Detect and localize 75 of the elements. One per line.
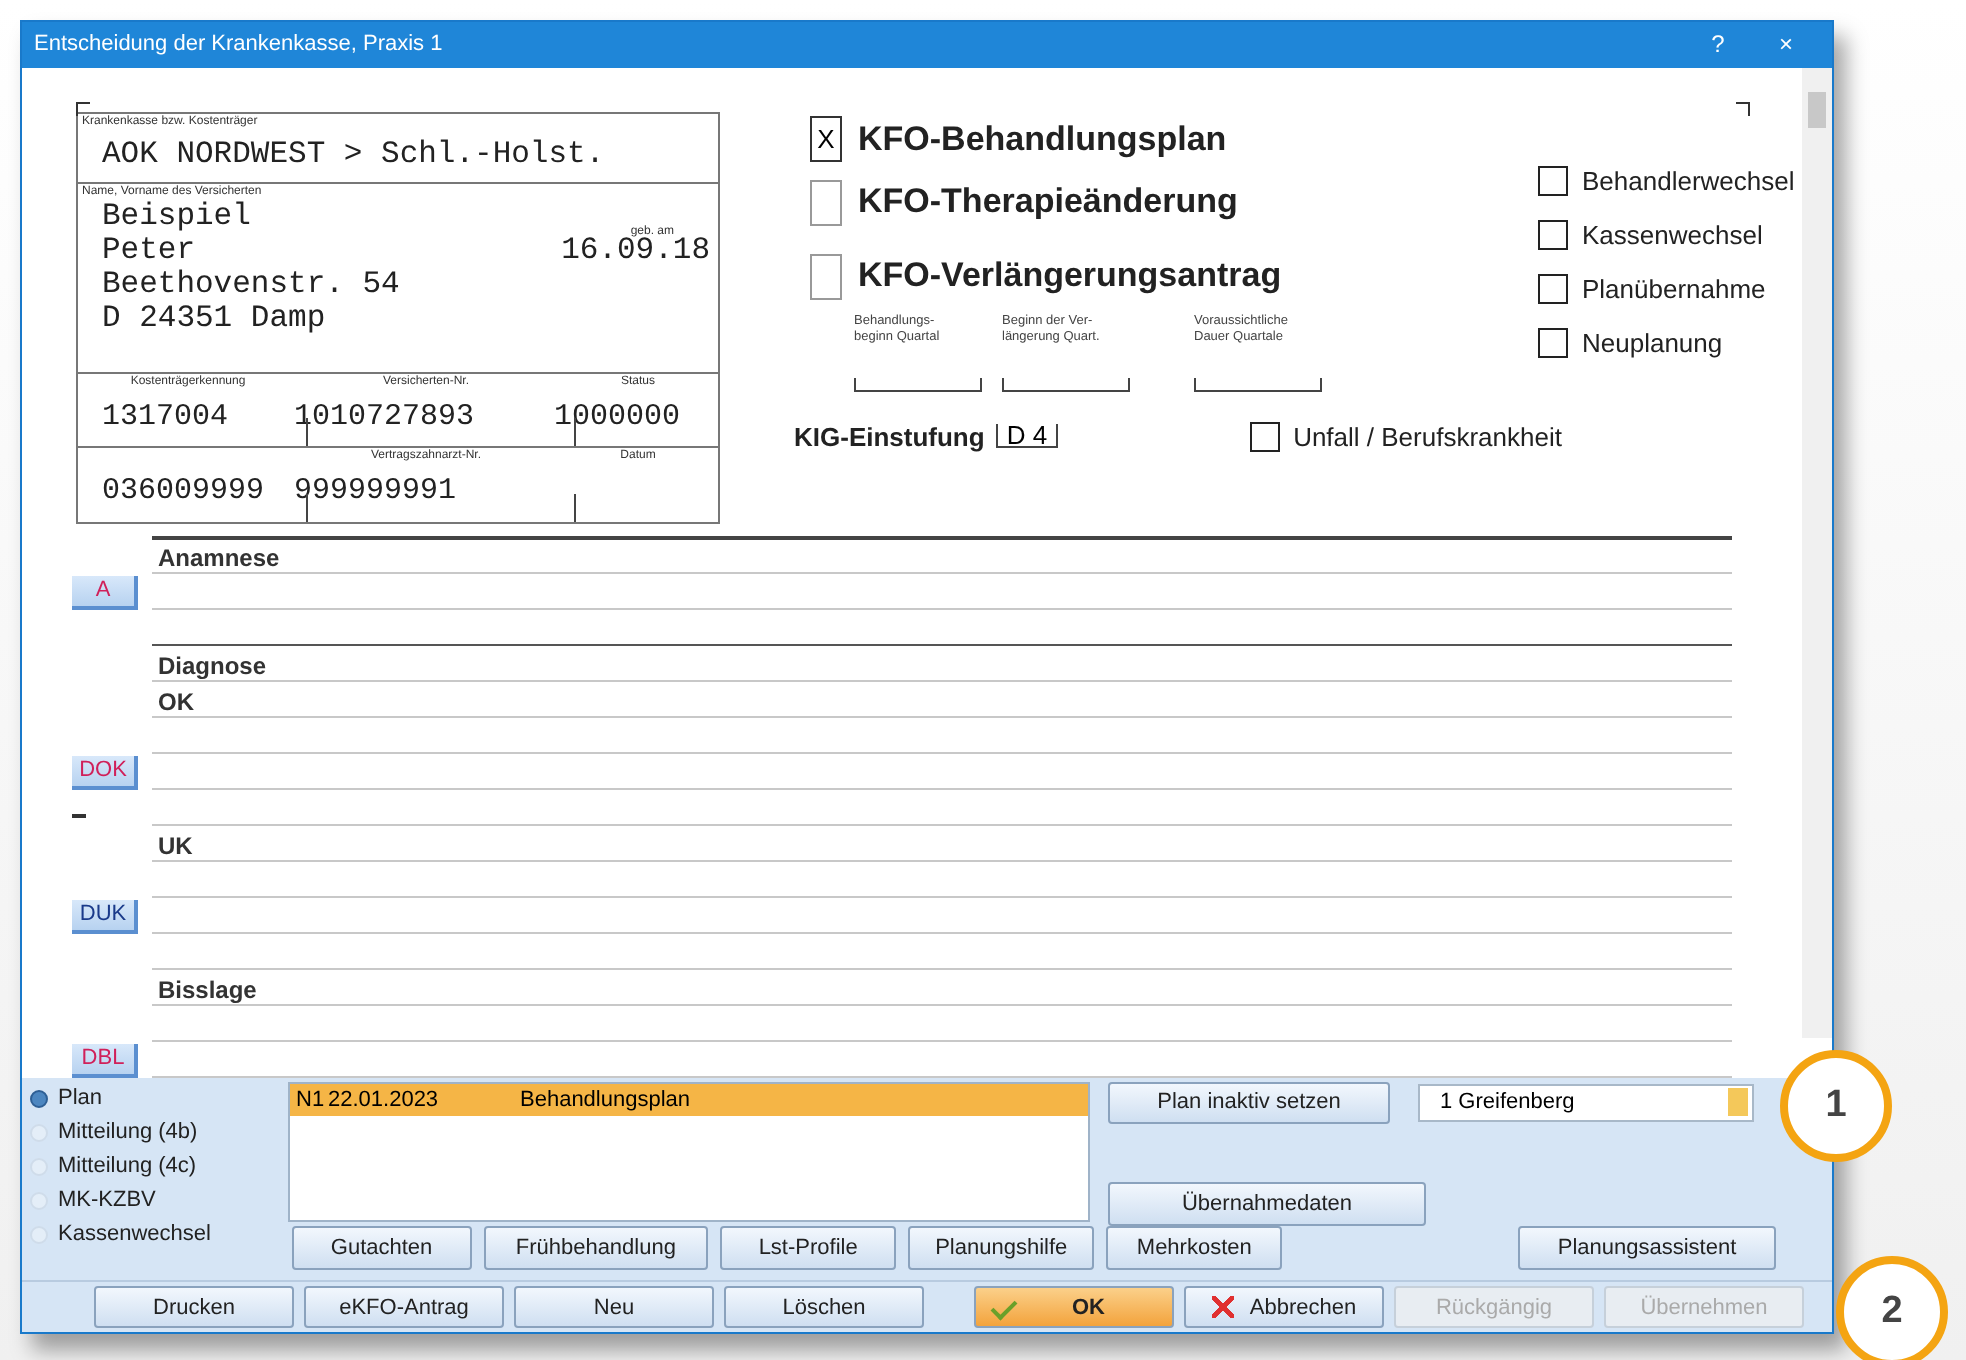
note-button[interactable]: DUK — [72, 899, 138, 934]
field-value: 1010727893 — [294, 397, 475, 434]
cross-icon — [1211, 1296, 1234, 1319]
help-button[interactable]: ? — [1684, 30, 1752, 59]
option-label: Planübernahme — [1582, 273, 1766, 304]
street-value: Beethovenstr. 54 — [100, 267, 400, 302]
takeover-data-button[interactable]: Übernahmedaten — [1108, 1181, 1426, 1226]
option-label: KFO-Behandlungsplan — [858, 119, 1227, 160]
field-value: 999999991 — [294, 471, 457, 508]
field-value: 036009999 — [100, 471, 265, 508]
callout-badge: 1 — [1780, 1050, 1892, 1162]
location-dropdown[interactable]: 1 Greifenberg — [1418, 1083, 1754, 1122]
footer-button[interactable]: Neu — [514, 1286, 714, 1329]
option-label: Unfall / Berufskrankheit — [1293, 421, 1562, 452]
note-button[interactable]: DBL — [72, 1043, 138, 1078]
payer-value: AOK NORDWEST > Schl.-Holst. — [100, 133, 605, 172]
footer-button[interactable]: OK — [974, 1286, 1174, 1329]
note-button[interactable]: DOK — [72, 755, 138, 790]
quarter-field[interactable] — [854, 377, 982, 392]
checkbox[interactable] — [1249, 421, 1280, 452]
table-cell: Behandlungsplan — [520, 1087, 691, 1112]
assistant-button[interactable]: Planungsassistent — [1517, 1225, 1777, 1270]
plan-row[interactable]: N1 22.01.2023 Behandlungsplan — [290, 1083, 1088, 1116]
note-button[interactable]: A — [72, 575, 138, 610]
radio-icon[interactable] — [30, 1089, 48, 1108]
checkbox[interactable]: X — [810, 116, 842, 163]
table-cell-text: 22.01.2023 — [328, 1087, 441, 1112]
option-label: KFO-Therapieänderung — [858, 182, 1238, 223]
option-label: Behandlerwechsel — [1582, 165, 1795, 196]
kig-field[interactable]: D 4 — [996, 424, 1058, 449]
corner-mark-icon — [76, 101, 90, 116]
field-value: 1000000 — [554, 397, 681, 434]
checkbox[interactable] — [1538, 327, 1568, 358]
surname-value: Beispiel — [100, 199, 251, 234]
toolbar-button[interactable]: Frühbehandlung — [483, 1225, 709, 1270]
checkbox[interactable] — [1538, 165, 1568, 196]
checkbox[interactable] — [1538, 273, 1568, 304]
footer-button[interactable]: Abbrechen — [1184, 1286, 1384, 1329]
section-heading: UK — [156, 831, 193, 860]
field-value: 1317004 — [100, 397, 229, 434]
section-heading: Bisslage — [156, 975, 257, 1004]
option-label: Kassenwechsel — [1582, 219, 1763, 250]
close-button[interactable]: × — [1752, 30, 1820, 59]
section-heading: Anamnese — [156, 543, 280, 572]
footer-button[interactable]: eKFO-Antrag — [304, 1286, 504, 1329]
section-heading: OK — [156, 687, 194, 716]
quarter-field[interactable] — [1194, 377, 1322, 392]
document-type-radio[interactable]: Mitteilung (4c) — [30, 1149, 288, 1184]
city-value: D 24351 Damp — [100, 301, 326, 336]
toolbar-button[interactable]: Mehrkosten — [1106, 1225, 1282, 1270]
document-type-radio[interactable]: Plan — [30, 1081, 288, 1116]
footer-button[interactable]: Drucken — [94, 1286, 294, 1329]
callout-badge: 2 — [1836, 1256, 1948, 1360]
window-title: Entscheidung der Krankenkasse, Praxis 1 — [34, 32, 445, 57]
document-type-radio[interactable]: MK-KZBV — [30, 1183, 288, 1218]
firstname-value: Peter — [100, 233, 196, 268]
checkbox[interactable] — [1538, 219, 1568, 250]
option-label: KFO-Verlängerungsantrag — [858, 256, 1282, 297]
section-heading: Diagnose — [156, 651, 267, 680]
scroll-thumb[interactable] — [1808, 91, 1826, 128]
scrollbar[interactable] — [1802, 67, 1832, 1038]
checkbox[interactable] — [810, 179, 842, 226]
document-type-radio[interactable]: Kassenwechsel — [30, 1217, 288, 1252]
toolbar-button[interactable]: Lst-Profile — [720, 1225, 896, 1270]
toolbar-button[interactable]: Planungshilfe — [907, 1225, 1095, 1270]
toolbar-button[interactable]: Gutachten — [292, 1225, 472, 1270]
option-label: Neuplanung — [1582, 327, 1723, 358]
corner-mark-icon — [1736, 101, 1750, 116]
quarter-field[interactable] — [1002, 377, 1130, 392]
checkbox[interactable] — [810, 253, 842, 300]
footer-button[interactable]: Löschen — [724, 1286, 924, 1329]
document-type-radio[interactable]: Mitteilung (4b) — [30, 1115, 288, 1150]
plan-list[interactable]: N1 22.01.2023 Behandlungsplan — [288, 1081, 1090, 1222]
kig-label: KIG-Einstufung — [794, 421, 985, 452]
table-cell-text: N1 — [294, 1087, 327, 1112]
